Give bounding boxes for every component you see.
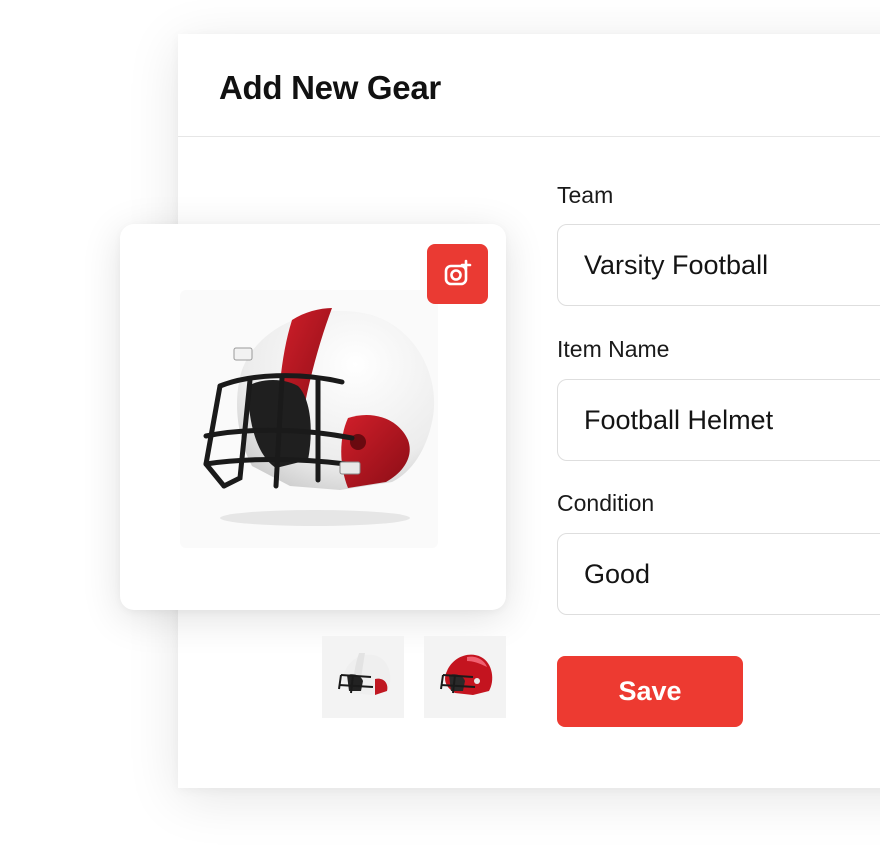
condition-field[interactable] bbox=[557, 533, 880, 615]
item-name-label: Item Name bbox=[557, 336, 670, 362]
football-helmet-icon bbox=[203, 308, 435, 526]
card-header: Add New Gear bbox=[178, 34, 880, 137]
add-photo-button[interactable] bbox=[427, 244, 488, 304]
helmet-thumbnail-icon bbox=[338, 653, 391, 695]
save-button[interactable]: Save bbox=[557, 656, 743, 727]
item-name-field[interactable] bbox=[557, 379, 880, 461]
team-label: Team bbox=[557, 182, 614, 208]
red-helmet-thumbnail-icon bbox=[440, 654, 493, 695]
app-stage: Add New Gear Team Item Name Condition Sa… bbox=[0, 0, 880, 853]
thumbnail-1[interactable] bbox=[322, 636, 404, 718]
team-field[interactable] bbox=[557, 224, 880, 306]
condition-label: Condition bbox=[557, 490, 655, 516]
helmet-photo[interactable] bbox=[180, 290, 438, 548]
page-title: Add New Gear bbox=[219, 69, 441, 106]
image-panel bbox=[120, 224, 506, 610]
thumbnail-2[interactable] bbox=[424, 636, 506, 718]
camera-plus-icon bbox=[444, 259, 471, 286]
